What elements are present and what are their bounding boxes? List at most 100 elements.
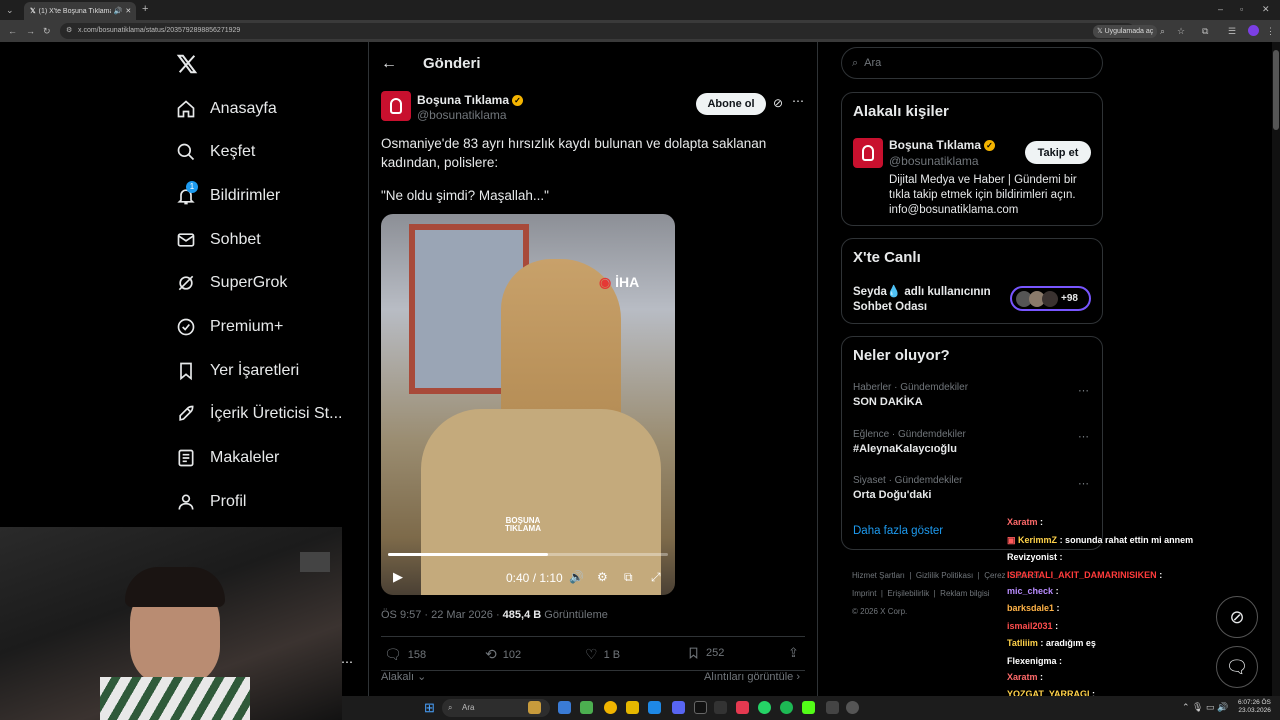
grok-fab-icon[interactable]: ⊘ <box>1216 596 1258 638</box>
menu-icon[interactable]: ⋮ <box>1266 25 1275 37</box>
repost-button[interactable]: ⟲ 102 <box>485 646 521 663</box>
relevant-dropdown[interactable]: Alakalı ⌄ <box>381 670 426 683</box>
taskbar-app-icon[interactable] <box>528 701 541 714</box>
bookmark-star-icon[interactable]: ☆ <box>1177 25 1185 37</box>
taskbar-app-icon[interactable] <box>558 701 571 714</box>
trend-more-icon[interactable]: ⋯ <box>1078 430 1090 443</box>
live-participants[interactable]: +98 <box>1010 286 1091 311</box>
trend-item[interactable]: Haberler · Gündemdekiler SON DAKİKA <box>853 382 1093 408</box>
nav-item-home[interactable]: Anasayfa <box>176 93 277 125</box>
fullscreen-icon[interactable]: ⤢ <box>651 570 661 585</box>
nav-label: Profil <box>210 493 247 510</box>
subscribe-button[interactable]: Abone ol <box>696 93 766 115</box>
footer-link[interactable]: Hizmet Şartları <box>852 571 905 580</box>
bio-line: info@bosunatiklama.com <box>889 204 1019 216</box>
windows-start-icon[interactable]: ⊞ <box>424 701 435 714</box>
like-button[interactable]: ♡ 1 B <box>585 646 620 663</box>
taskbar-app-icon[interactable] <box>580 701 593 714</box>
nav-item-bookmarks[interactable]: Yer İşaretleri <box>176 355 299 387</box>
tab-close-icon[interactable]: ✕ <box>125 7 131 15</box>
repost-icon: ⟲ <box>485 646 497 662</box>
video-progress-track[interactable] <box>388 553 668 556</box>
zoom-icon[interactable]: ⌕ <box>1160 25 1165 37</box>
chat-user: Revizyonist <box>1007 552 1058 562</box>
browser-tab[interactable]: 𝕏 (1) X'te Boşuna Tıklama: "O 🔊 ✕ <box>24 2 136 20</box>
taskbar-app-icon[interactable] <box>714 701 727 714</box>
extensions-icon[interactable]: ⧉ <box>1202 25 1208 37</box>
spotify-icon[interactable] <box>780 701 793 714</box>
video-jacket <box>421 409 661 595</box>
trend-item[interactable]: Eğlence · Gündemdekiler #AleynaKalaycıoğ… <box>853 429 1093 455</box>
messages-fab-icon[interactable]: 🗨 <box>1216 646 1258 688</box>
open-in-app-button[interactable]: 𝕏 Uygulamada aç <box>1093 25 1158 38</box>
author-name-row[interactable]: Boşuna Tıklama ✓ <box>417 93 524 107</box>
audio-icon[interactable]: 🔊 <box>114 7 123 15</box>
nav-item-supergrok[interactable]: SuperGrok <box>176 267 287 299</box>
address-bar-row: ← → ↻ ⚙ x.com/bosunatiklama/status/20357… <box>0 20 1280 42</box>
nav-item-explore[interactable]: Keşfet <box>176 136 255 168</box>
taskbar-app-icon[interactable] <box>648 701 661 714</box>
x-logo-icon[interactable] <box>176 53 198 80</box>
bookmark-button[interactable]: 252 <box>687 646 724 660</box>
nav-item-chat[interactable]: Sohbet <box>176 224 261 256</box>
profile-icon[interactable]: ☰ <box>1228 25 1236 37</box>
follow-button[interactable]: Takip et <box>1025 141 1091 164</box>
reply-button[interactable]: 🗨 158 <box>384 646 426 663</box>
pip-icon[interactable]: ⧉ <box>624 570 633 585</box>
more-dots-icon[interactable]: ⋯ <box>341 655 353 669</box>
taskbar-app-icon[interactable] <box>694 701 707 714</box>
window-close-icon[interactable]: ✕ <box>1262 3 1270 15</box>
post-more-icon[interactable]: ⋯ <box>792 94 804 108</box>
taskbar-app-icon[interactable] <box>826 701 839 714</box>
tray-icons[interactable]: ⌃ 🎙 ▭ 🔊 <box>1182 702 1228 713</box>
view-quotes-link[interactable]: Alıntıları görüntüle › <box>704 671 800 683</box>
live-room[interactable]: Seyda💧 adlı kullanıcının Sohbet Odası <box>853 285 991 315</box>
trend-more-icon[interactable]: ⋯ <box>1078 477 1090 490</box>
nav-item-creator-studio[interactable]: İçerik Üreticisi St... <box>176 398 342 430</box>
minimize-icon[interactable]: – <box>1218 3 1223 15</box>
author-avatar[interactable] <box>381 91 411 121</box>
grok-explain-icon[interactable]: ⊘ <box>773 96 783 110</box>
tab-list-icon[interactable]: ⌄ <box>6 4 14 16</box>
whatsapp-icon[interactable] <box>758 701 771 714</box>
footer-link[interactable]: Erişilebilirlik <box>887 589 929 598</box>
maximize-icon[interactable]: ▫ <box>1240 3 1243 15</box>
back-arrow-icon[interactable]: ← <box>381 55 397 73</box>
share-icon[interactable]: ⇪ <box>788 645 799 661</box>
play-icon[interactable]: ▶ <box>393 569 403 585</box>
forward-icon[interactable]: → <box>26 25 35 37</box>
video-player[interactable]: ◉ İHA BOŞUNA TIKLAMA ▶ 0:40 / 1:10 🔊 ⚙ ⧉… <box>381 214 675 595</box>
discord-icon[interactable] <box>672 701 685 714</box>
related-handle[interactable]: @bosunatiklama <box>889 154 979 168</box>
trend-item[interactable]: Siyaset · Gündemdekiler Orta Doğu'daki <box>853 475 1093 501</box>
kick-icon[interactable] <box>802 701 815 714</box>
related-avatar[interactable] <box>853 138 883 168</box>
chrome-icon[interactable] <box>604 701 617 714</box>
taskbar-clock[interactable]: 6:07:26 ÖS 23.03.2026 <box>1238 699 1271 715</box>
footer-link[interactable]: Reklam bilgisi <box>940 589 989 598</box>
avatar[interactable] <box>1248 25 1259 36</box>
volume-icon[interactable]: 🔊 <box>569 570 584 584</box>
taskbar-app-icon[interactable] <box>736 701 749 714</box>
footer-link[interactable]: Imprint <box>852 589 876 598</box>
footer-link[interactable]: Gizlilik Politikası <box>916 571 973 580</box>
author-handle[interactable]: @bosunatiklama <box>417 108 507 122</box>
nav-item-notifications[interactable]: 1 Bildirimler <box>176 180 280 212</box>
site-info-icon[interactable]: ⚙ <box>66 23 72 39</box>
settings-gear-icon[interactable]: ⚙ <box>597 570 608 584</box>
show-more-link[interactable]: Daha fazla göster <box>853 525 943 537</box>
search-input[interactable]: ⌕ Ara <box>841 47 1103 79</box>
folder-icon[interactable] <box>626 701 639 714</box>
nav-item-premium[interactable]: Premium+ <box>176 311 283 343</box>
new-tab-icon[interactable]: + <box>142 3 148 15</box>
scrollbar-thumb[interactable] <box>1273 50 1279 130</box>
reload-icon[interactable]: ↻ <box>43 25 51 37</box>
related-name-row[interactable]: Boşuna Tıklama ✓ <box>889 138 996 152</box>
url-input[interactable]: ⚙ x.com/bosunatiklama/status/20357928988… <box>60 23 1135 39</box>
nav-item-profile[interactable]: Profil <box>176 486 246 518</box>
trend-more-icon[interactable]: ⋯ <box>1078 384 1090 397</box>
nav-item-articles[interactable]: Makaleler <box>176 442 279 474</box>
page-scrollbar[interactable] <box>1272 42 1280 696</box>
back-icon[interactable]: ← <box>8 25 17 37</box>
taskbar-app-icon[interactable] <box>846 701 859 714</box>
